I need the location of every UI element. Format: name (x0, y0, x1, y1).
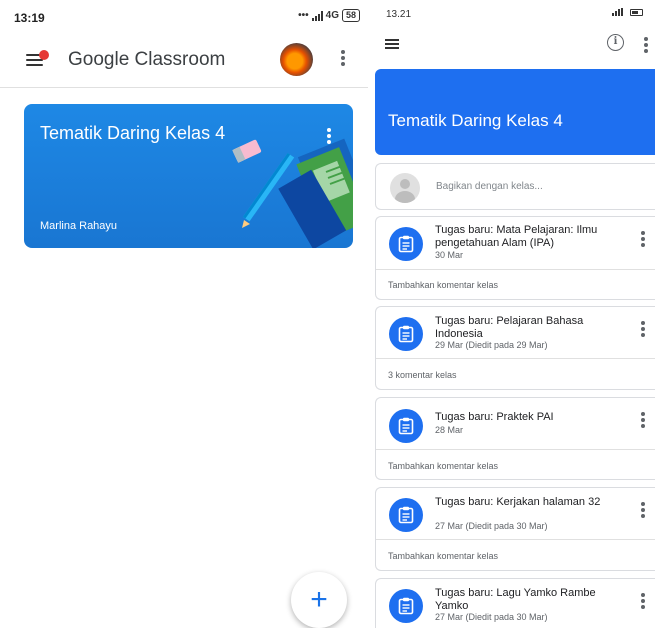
add-comment-link[interactable]: Tambahkan komentar kelas (388, 280, 498, 290)
stream-post[interactable]: Tugas baru: Lagu Yamko Rambe Yamko 27 Ma… (375, 578, 655, 628)
signal-icon (612, 8, 623, 16)
post-title: Tugas baru: Mata Pelajaran: Ilmu pengeta… (435, 224, 598, 249)
status-icons: ••• 4G 58 (298, 9, 360, 22)
add-class-button[interactable]: + (291, 572, 347, 628)
post-date: 28 Mar (435, 425, 464, 435)
class-title: Tematik Daring Kelas 4 (40, 123, 226, 143)
post-more-icon[interactable] (640, 231, 646, 249)
status-time: 13:19 (14, 11, 45, 25)
status-bar: 13.21 (373, 0, 655, 28)
app-bar: Google Classroom (0, 34, 368, 88)
class-card[interactable]: Tematik Daring Kelas 4 Marlina Rahayu (24, 104, 353, 248)
assignment-icon (389, 409, 423, 443)
battery-icon: 58 (341, 9, 360, 22)
account-avatar[interactable] (280, 43, 313, 76)
post-date: 27 Mar (Diedit pada 30 Mar) (435, 521, 548, 531)
post-date: 29 Mar (Diedit pada 29 Mar) (435, 340, 548, 350)
card-more-icon[interactable] (326, 128, 332, 146)
post-title: Tugas baru: Lagu Yamko Rambe Yamko (435, 587, 596, 612)
stream-post[interactable]: Tugas baru: Praktek PAI 28 Mar Tambahkan… (375, 397, 655, 480)
class-banner: Tematik Daring Kelas 4 (375, 69, 655, 155)
post-divider (376, 539, 655, 540)
post-title: Tugas baru: Pelajaran Bahasa Indonesia (435, 315, 584, 340)
menu-icon[interactable] (385, 38, 399, 50)
post-more-icon[interactable] (640, 321, 646, 339)
post-more-icon[interactable] (640, 593, 646, 611)
assignment-icon (389, 227, 423, 261)
app-title: Google Classroom (68, 49, 226, 70)
post-divider (376, 358, 655, 359)
stream-post[interactable]: Tugas baru: Pelajaran Bahasa Indonesia 2… (375, 306, 655, 390)
more-vert-icon[interactable] (643, 37, 649, 55)
post-title: Tugas baru: Praktek PAI (435, 411, 554, 423)
signal-icon (311, 10, 323, 21)
add-comment-link[interactable]: Tambahkan komentar kelas (388, 551, 498, 561)
status-bar: 13:19 ••• 4G 58 (0, 0, 368, 34)
class-title: Tematik Daring Kelas 4 (388, 111, 563, 130)
dots-icon: ••• (298, 10, 309, 21)
classroom-home-screen: 13:19 ••• 4G 58 Google Classroom Tematik… (0, 0, 368, 628)
post-more-icon[interactable] (640, 502, 646, 520)
comments-link[interactable]: 3 komentar kelas (388, 370, 457, 380)
post-divider (376, 449, 655, 450)
class-teacher: Marlina Rahayu (40, 220, 118, 232)
post-more-icon[interactable] (640, 412, 646, 430)
app-bar: i (373, 28, 655, 60)
info-icon[interactable]: i (607, 34, 624, 51)
post-date: 27 Mar (Diedit pada 30 Mar) (435, 612, 548, 622)
more-vert-icon[interactable] (340, 50, 346, 70)
battery-icon (630, 8, 643, 16)
status-icons (612, 8, 643, 16)
assignment-icon (389, 317, 423, 351)
add-comment-link[interactable]: Tambahkan komentar kelas (388, 461, 498, 471)
post-divider (376, 269, 655, 270)
class-illustration (232, 138, 353, 248)
assignment-icon (389, 589, 423, 623)
network-type: 4G (325, 10, 339, 21)
status-time: 13.21 (386, 9, 412, 20)
assignment-icon (389, 498, 423, 532)
post-date: 30 Mar (435, 250, 464, 260)
share-with-class-input[interactable]: Bagikan dengan kelas... (375, 163, 655, 210)
class-stream-screen: 13.21 i Tematik Daring Kelas 4 Bagikan d… (373, 0, 655, 628)
share-placeholder: Bagikan dengan kelas... (436, 181, 543, 192)
stream-post[interactable]: Tugas baru: Kerjakan halaman 32 27 Mar (… (375, 487, 655, 571)
post-title: Tugas baru: Kerjakan halaman 32 (435, 496, 601, 508)
notification-dot (39, 50, 49, 60)
user-avatar-icon (390, 173, 420, 203)
menu-icon[interactable] (26, 50, 49, 69)
stream-post[interactable]: Tugas baru: Mata Pelajaran: Ilmu pengeta… (375, 216, 655, 300)
